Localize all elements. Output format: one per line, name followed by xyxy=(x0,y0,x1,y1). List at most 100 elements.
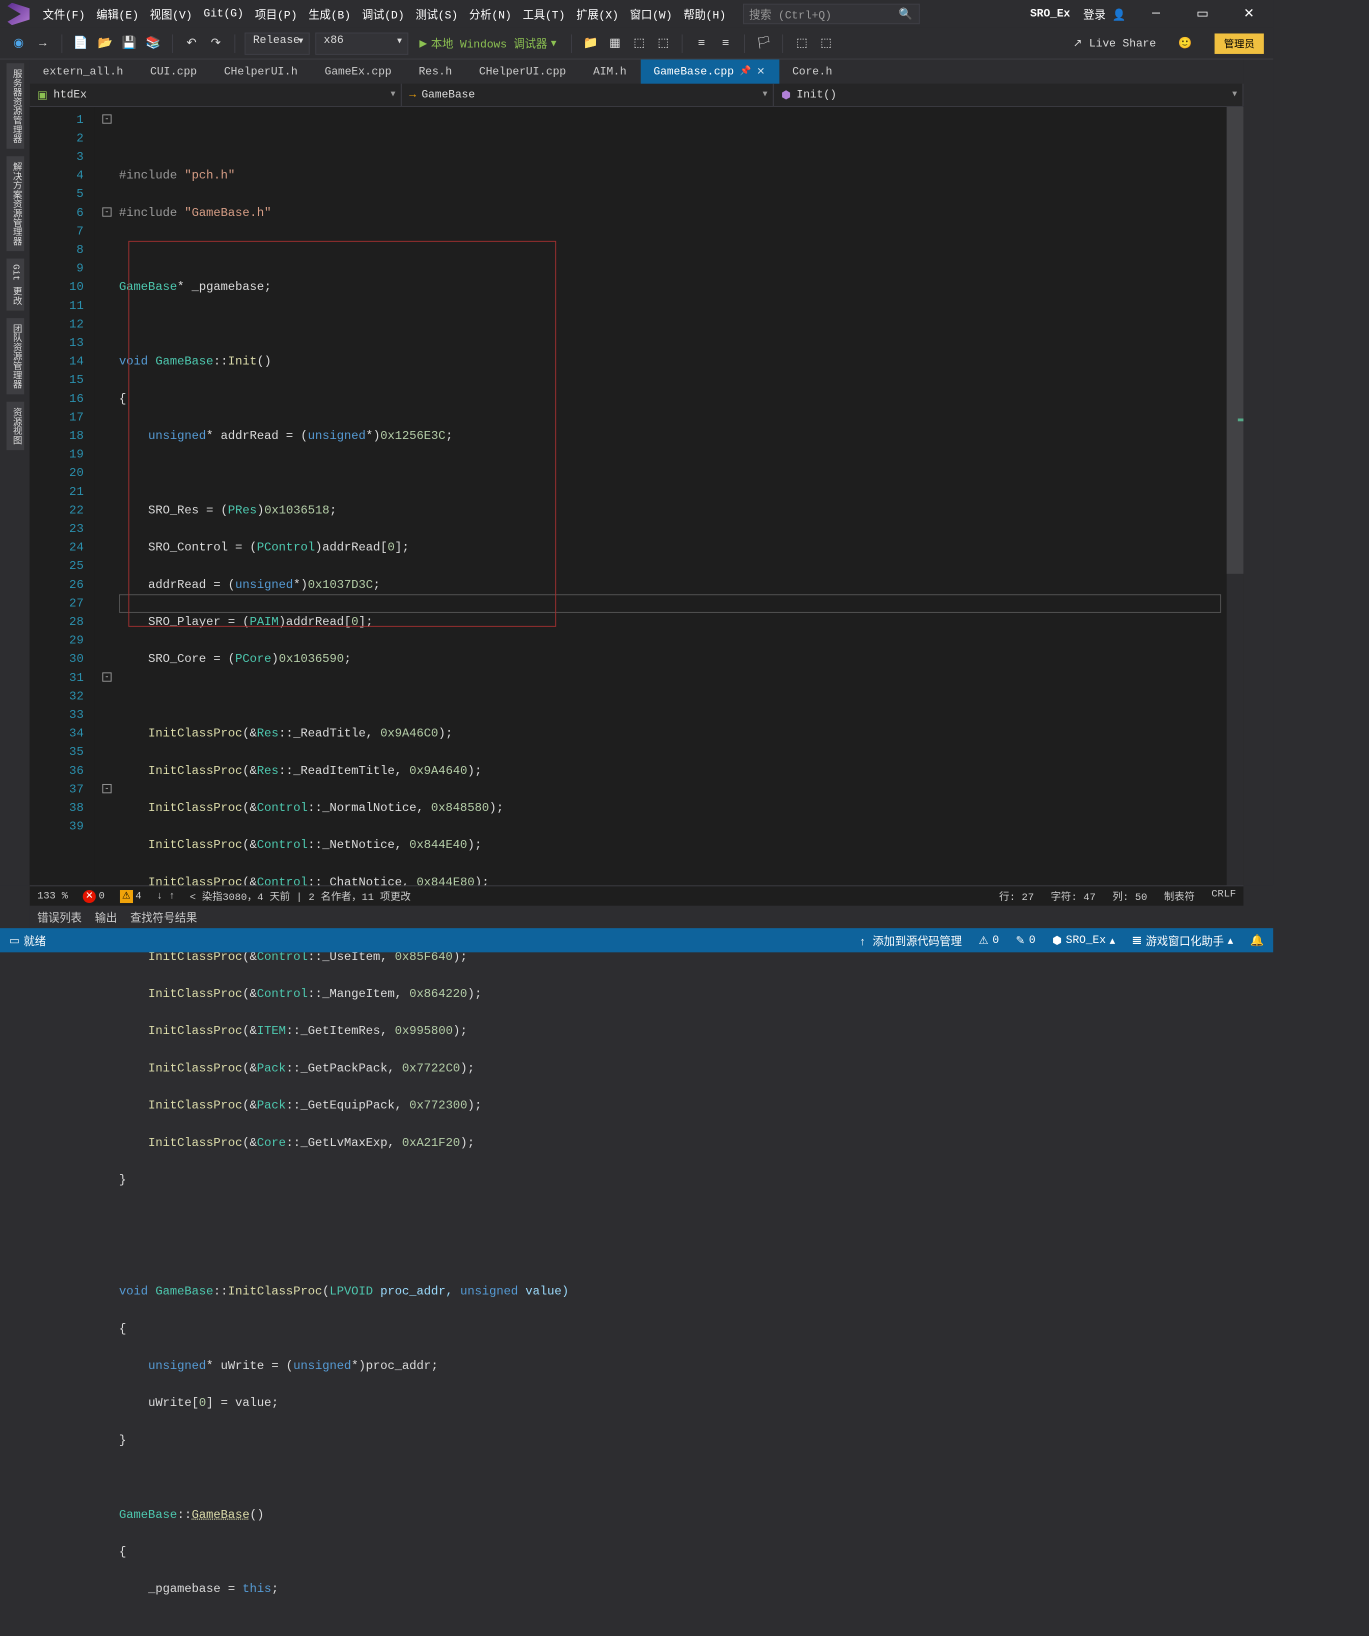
tab-gamebase[interactable]: GameBase.cpp📌✕ xyxy=(641,60,780,84)
tab-chelperui-cpp[interactable]: CHelperUI.cpp xyxy=(466,60,580,84)
menu-view[interactable]: 视图(V) xyxy=(144,2,198,25)
git-blame[interactable]: < 染指3080，4 天前 | 2 名作者，11 项更改 xyxy=(190,889,411,904)
tb-icon-8[interactable]: ⬚ xyxy=(793,34,812,53)
menu-window[interactable]: 窗口(W) xyxy=(624,2,678,25)
tb-icon-7[interactable]: 🏳 xyxy=(755,34,774,53)
status-project[interactable]: ⬢ SRO_Ex ▴ xyxy=(1052,933,1115,947)
bottom-panel-tabs: 错误列表 输出 查找符号结果 xyxy=(30,906,1244,928)
status-helper[interactable]: 𝌆 游戏窗口化助手 ▴ xyxy=(1132,932,1233,948)
project-icon: ▣ xyxy=(37,88,48,102)
menu-tools[interactable]: 工具(T) xyxy=(517,2,571,25)
menu-analyze[interactable]: 分析(N) xyxy=(464,2,518,25)
tab-core[interactable]: Core.h xyxy=(779,60,846,84)
status-warn[interactable]: ⚠ 0 xyxy=(979,933,999,947)
tab-gameex[interactable]: GameEx.cpp xyxy=(312,60,406,84)
editor-info-bar: 133 % ✕0 ⚠4 ↓ ↑ < 染指3080，4 天前 | 2 名作者，11… xyxy=(30,885,1244,905)
title-bar: 文件(F) 编辑(E) 视图(V) Git(G) 项目(P) 生成(B) 调试(… xyxy=(0,0,1273,28)
bottom-tab-find[interactable]: 查找符号结果 xyxy=(130,909,197,925)
close-button[interactable]: ✕ xyxy=(1232,0,1265,28)
menu-help[interactable]: 帮助(H) xyxy=(678,2,732,25)
tab-aim[interactable]: AIM.h xyxy=(580,60,640,84)
nav-back-icon[interactable]: ◉ xyxy=(9,34,28,53)
login-link[interactable]: 登录 👤 xyxy=(1083,6,1126,22)
notification-icon[interactable]: 🔔 xyxy=(1250,933,1264,947)
scroll-thumb[interactable] xyxy=(1227,107,1244,574)
config-select[interactable]: Release xyxy=(245,32,310,54)
maximize-button[interactable]: ▭ xyxy=(1186,0,1219,28)
feedback-icon[interactable]: 🙂 xyxy=(1178,36,1192,50)
redo-icon[interactable]: ↷ xyxy=(206,34,225,53)
menu-git[interactable]: Git(G) xyxy=(198,4,249,24)
tb-icon-3[interactable]: ⬚ xyxy=(630,34,649,53)
nav-fwd-icon[interactable]: → xyxy=(33,34,52,53)
col-indicator[interactable]: 列: 50 xyxy=(1112,889,1147,904)
tb-icon-4[interactable]: ⬚ xyxy=(654,34,673,53)
nav-class[interactable]: →GameBase xyxy=(402,84,774,106)
zoom-level[interactable]: 133 % xyxy=(37,890,68,901)
pin-icon[interactable]: 📌 xyxy=(739,66,751,77)
save-all-icon[interactable]: 📚 xyxy=(144,34,163,53)
menu-edit[interactable]: 编辑(E) xyxy=(91,2,145,25)
menu-debug[interactable]: 调试(D) xyxy=(356,2,410,25)
tab-cui[interactable]: CUI.cpp xyxy=(137,60,211,84)
rail-resource-view[interactable]: 资源视图 xyxy=(6,402,24,450)
tab-res[interactable]: Res.h xyxy=(406,60,466,84)
open-icon[interactable]: 📂 xyxy=(96,34,115,53)
vs-logo-icon xyxy=(7,3,29,25)
document-tabs: extern_all.h CUI.cpp CHelperUI.h GameEx.… xyxy=(30,60,1244,84)
menu-file[interactable]: 文件(F) xyxy=(37,2,91,25)
rail-team-explorer[interactable]: 团队资源管理器 xyxy=(6,318,24,394)
tb-icon-1[interactable]: 📁 xyxy=(582,34,601,53)
right-rail xyxy=(1243,60,1273,886)
tab-extern-all[interactable]: extern_all.h xyxy=(30,60,137,84)
minimize-button[interactable]: — xyxy=(1139,0,1172,28)
line-indicator[interactable]: 行: 27 xyxy=(999,889,1034,904)
rail-git-changes[interactable]: Git 更改 xyxy=(6,259,24,311)
rail-server-explorer[interactable]: 服务器资源管理器 xyxy=(6,63,24,149)
code-editor[interactable]: 1234567891011121314151617181920212223242… xyxy=(30,107,1244,885)
eol-mode[interactable]: CRLF xyxy=(1211,889,1236,904)
char-indicator[interactable]: 字符: 47 xyxy=(1051,889,1096,904)
nav-project[interactable]: ▣htdEx xyxy=(30,84,402,106)
status-source-control[interactable]: ↑ 添加到源代码管理 xyxy=(859,932,962,948)
left-rail: 服务器资源管理器 解决方案资源管理器 Git 更改 团队资源管理器 资源视图 xyxy=(0,60,30,886)
admin-badge: 管理员 xyxy=(1215,33,1264,53)
status-err[interactable]: ✎ 0 xyxy=(1016,933,1036,947)
menu-test[interactable]: 测试(S) xyxy=(410,2,464,25)
liveshare-button[interactable]: ↗ Live Share xyxy=(1073,36,1156,50)
close-icon[interactable]: ✕ xyxy=(757,65,766,78)
status-ready: ▭ 就绪 xyxy=(9,932,46,948)
rail-solution-explorer[interactable]: 解决方案资源管理器 xyxy=(6,156,24,251)
arrow-icon: → xyxy=(409,88,416,101)
start-debug-button[interactable]: 本地 Windows 调试器 ▾ xyxy=(414,35,562,51)
tb-icon-5[interactable]: ≡ xyxy=(692,34,711,53)
save-icon[interactable]: 💾 xyxy=(120,34,139,53)
vertical-scrollbar[interactable] xyxy=(1227,107,1244,885)
search-icon: 🔍 xyxy=(899,7,913,21)
code-content[interactable]: #include "pch.h" #include "GameBase.h" G… xyxy=(119,107,1227,885)
indent-mode[interactable]: 制表符 xyxy=(1164,889,1195,904)
scroll-mark xyxy=(1238,418,1244,421)
error-count[interactable]: ✕0 xyxy=(83,890,105,903)
search-placeholder: 搜索 (Ctrl+Q) xyxy=(749,6,832,22)
new-file-icon[interactable]: 📄 xyxy=(72,34,91,53)
tb-icon-2[interactable]: ▦ xyxy=(606,34,625,53)
warning-count[interactable]: ⚠4 xyxy=(120,890,142,903)
fold-margin[interactable]: - - - - xyxy=(95,107,119,885)
method-icon: ⬢ xyxy=(781,88,791,102)
tab-chelperui-h[interactable]: CHelperUI.h xyxy=(211,60,312,84)
platform-select[interactable]: x86 xyxy=(315,32,408,54)
bottom-tab-output[interactable]: 输出 xyxy=(95,909,117,925)
search-box[interactable]: 搜索 (Ctrl+Q) 🔍 xyxy=(743,4,920,24)
status-bar: ▭ 就绪 ↑ 添加到源代码管理 ⚠ 0 ✎ 0 ⬢ SRO_Ex ▴ 𝌆 游戏窗… xyxy=(0,928,1273,952)
tb-icon-6[interactable]: ≡ xyxy=(716,34,735,53)
current-line-highlight xyxy=(119,594,1221,613)
menu-project[interactable]: 项目(P) xyxy=(249,2,303,25)
nav-member[interactable]: ⬢Init() xyxy=(774,84,1244,106)
menu-extensions[interactable]: 扩展(X) xyxy=(571,2,625,25)
bottom-tab-errors[interactable]: 错误列表 xyxy=(37,909,82,925)
tb-icon-9[interactable]: ⬚ xyxy=(817,34,836,53)
toolbar: ◉ → 📄 📂 💾 📚 ↶ ↷ Release x86 本地 Windows 调… xyxy=(0,28,1273,60)
undo-icon[interactable]: ↶ xyxy=(182,34,201,53)
menu-build[interactable]: 生成(B) xyxy=(303,2,357,25)
